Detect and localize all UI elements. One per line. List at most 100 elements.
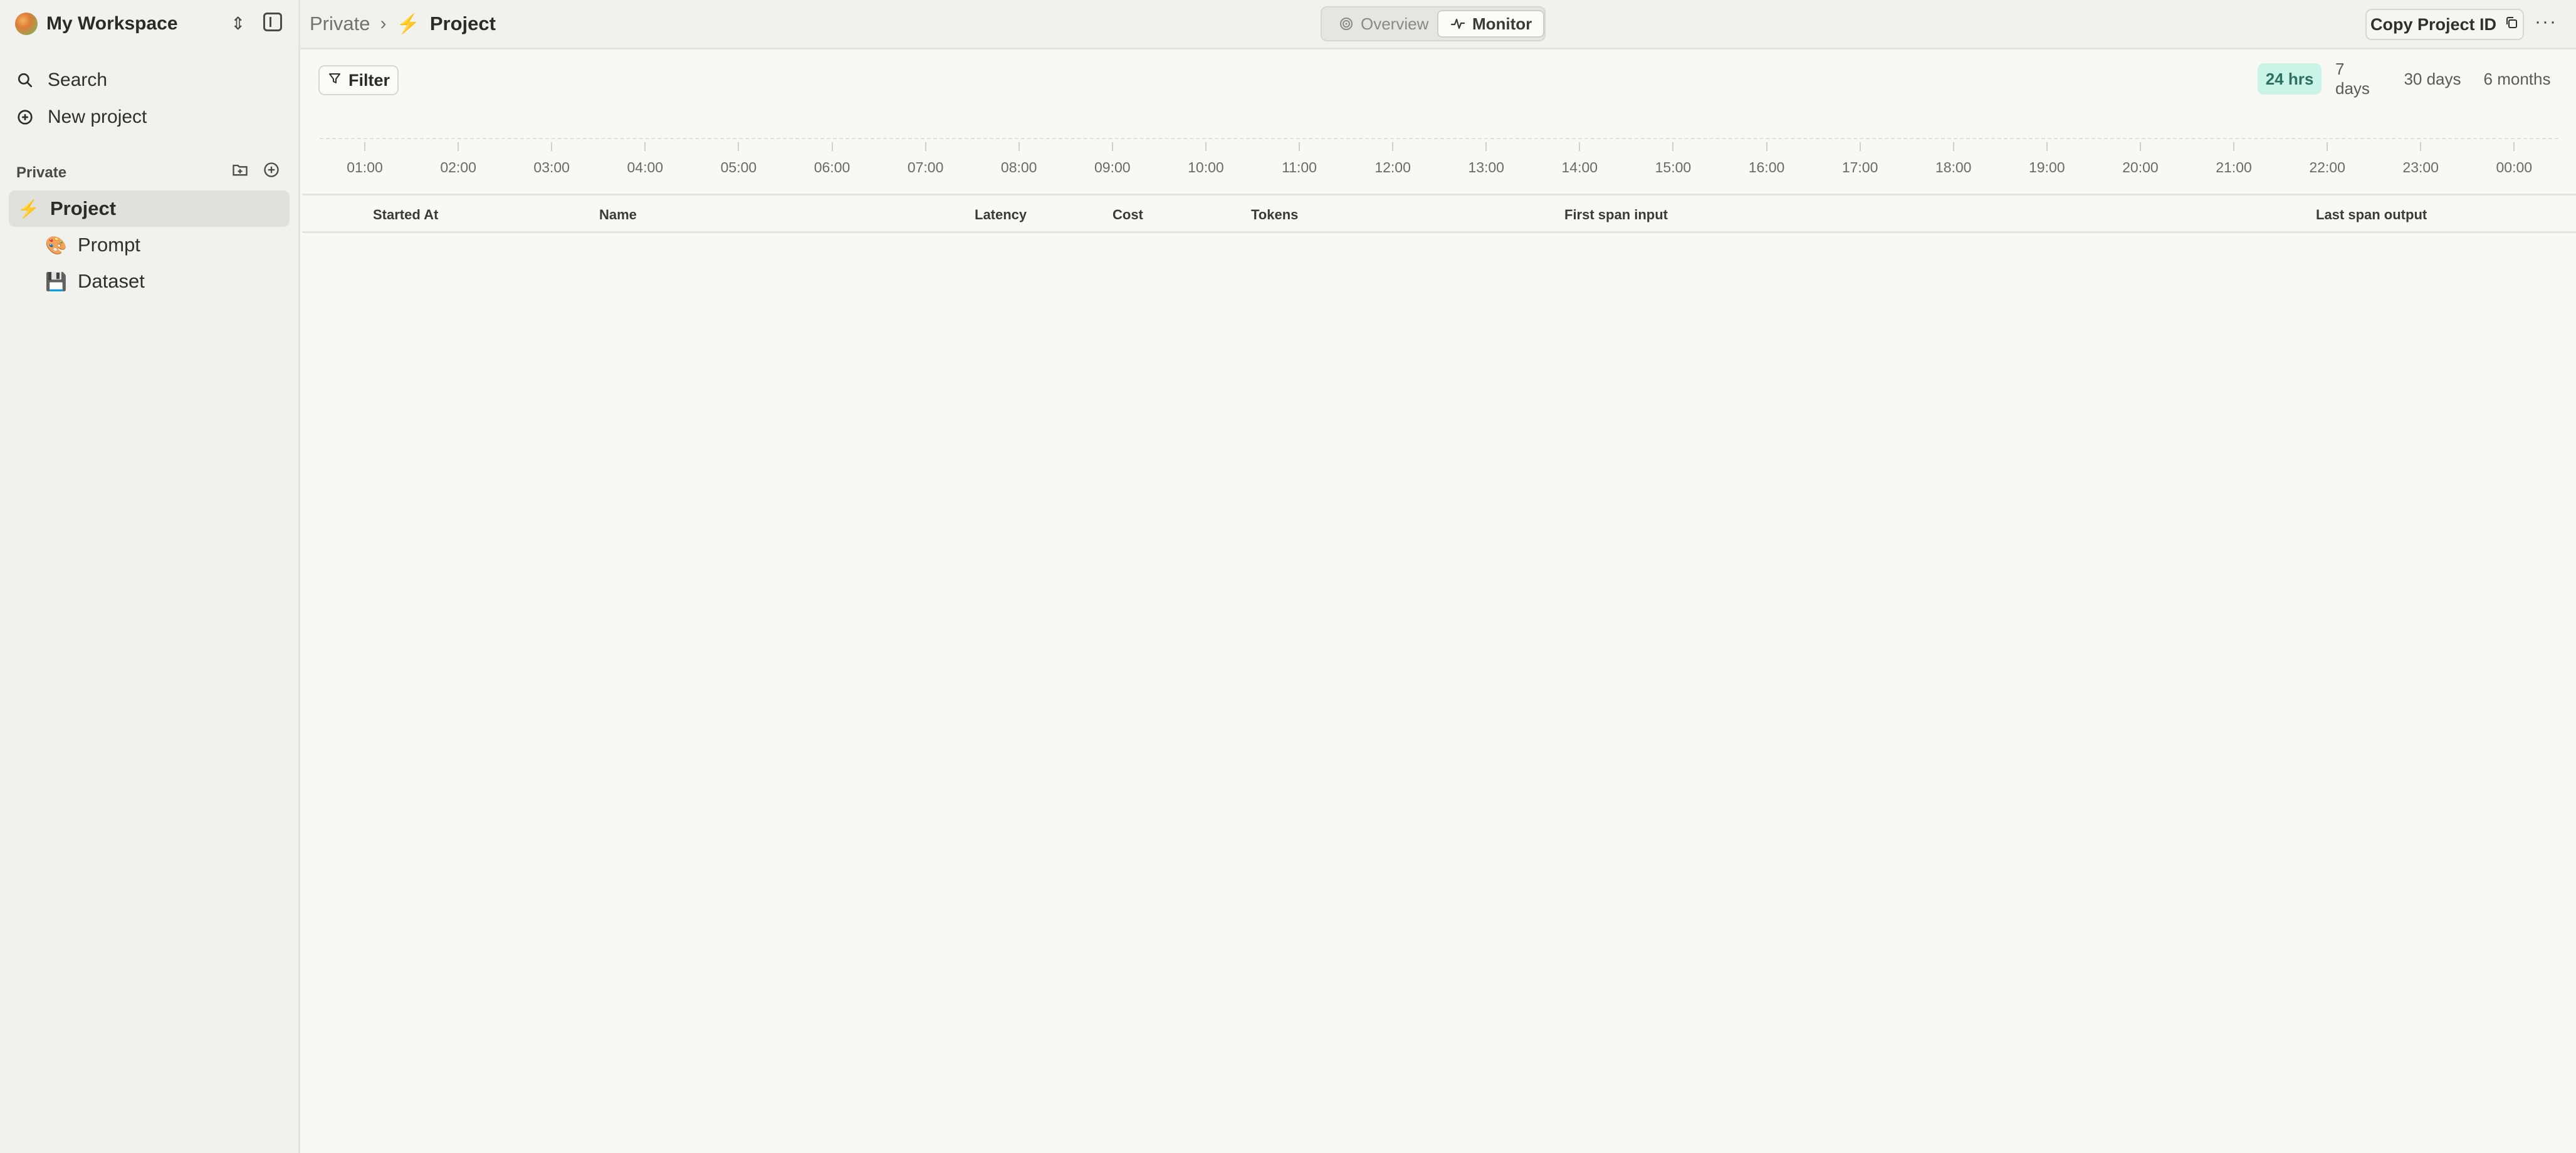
table-header: Started At Name Latency Cost Tokens Firs…	[302, 194, 2576, 233]
column-name[interactable]: Name	[599, 207, 637, 223]
timeline-tick	[644, 142, 646, 151]
filter-button[interactable]: Filter	[318, 65, 399, 95]
copy-project-id-label: Copy Project ID	[2370, 14, 2497, 34]
timeline-tick	[1018, 142, 1020, 151]
sidebar-new-project[interactable]: New project	[16, 107, 147, 128]
column-cost[interactable]: Cost	[1113, 207, 1143, 223]
sidebar-search-label: Search	[48, 70, 108, 90]
timeline-tick	[458, 142, 459, 151]
column-first-span-input[interactable]: First span input	[1564, 207, 1668, 223]
timeline-tick-label: 10:00	[1188, 159, 1224, 175]
timeline-tick	[2046, 142, 2048, 151]
timeline-tick	[2233, 142, 2234, 151]
range-30-days[interactable]: 30 days	[2395, 63, 2469, 95]
search-icon	[16, 71, 34, 89]
sidebar-new-project-label: New project	[48, 107, 147, 127]
workspace-name: My Workspace	[46, 13, 178, 34]
copy-icon	[2504, 15, 2519, 34]
timeline-tick-label: 06:00	[814, 159, 851, 175]
tab-monitor-label: Monitor	[1472, 14, 1532, 33]
sidebar-item-project[interactable]: ⚡ Project	[9, 190, 290, 227]
timeline-tick	[1485, 142, 1487, 151]
timeline-tick	[2139, 142, 2141, 151]
timeline-tick-label: 22:00	[2309, 159, 2345, 175]
copy-project-id-button[interactable]: Copy Project ID	[2365, 9, 2524, 40]
workspace-switcher[interactable]: My Workspace	[15, 11, 178, 36]
sidebar-toggle-icon[interactable]	[263, 13, 282, 31]
timeline-tick	[1299, 142, 1300, 151]
view-toggle: Overview Monitor	[1321, 6, 1546, 41]
timeline-tick	[1766, 142, 1767, 151]
timeline-tick-label: 02:00	[440, 159, 476, 175]
floppy-disk-icon: 💾	[45, 271, 67, 291]
timeline-tick	[738, 142, 740, 151]
target-icon	[1338, 16, 1354, 32]
timeline-tick	[1672, 142, 1674, 151]
tab-overview-label: Overview	[1361, 14, 1429, 33]
timeline-tick-label: 00:00	[2496, 159, 2533, 175]
timeline-tick-label: 19:00	[2029, 159, 2065, 175]
timeline-tick-label: 07:00	[907, 159, 944, 175]
timeline-tick-label: 18:00	[1935, 159, 1972, 175]
section-label-private: Private	[16, 164, 67, 181]
column-last-span-output[interactable]: Last span output	[2316, 207, 2427, 223]
palette-icon: 🎨	[45, 235, 67, 255]
sidebar-item-prompt-label: Prompt	[78, 234, 140, 256]
timeline-tick	[1205, 142, 1207, 151]
timeline-tick-label: 05:00	[720, 159, 757, 175]
timeline-tick	[924, 142, 926, 151]
timeline-tick	[1111, 142, 1113, 151]
timeline-tick	[2513, 142, 2515, 151]
chevron-up-down-icon[interactable]: ⇕	[231, 13, 245, 34]
timeline-tick-label: 15:00	[1655, 159, 1692, 175]
timeline-tick-label: 14:00	[1561, 159, 1598, 175]
timeline-tick-label: 20:00	[2122, 159, 2159, 175]
column-latency[interactable]: Latency	[975, 207, 1027, 223]
sidebar-search[interactable]: Search	[16, 70, 107, 91]
timeline-tick-label: 12:00	[1374, 159, 1411, 175]
sidebar: My Workspace ⇕ Search New project Privat…	[0, 0, 300, 1153]
filter-label: Filter	[348, 70, 390, 90]
timeline-tick-label: 17:00	[1841, 159, 1878, 175]
timeline-tick-label: 13:00	[1468, 159, 1504, 175]
filter-icon	[327, 71, 342, 90]
breadcrumb: Private › ⚡ Project	[310, 11, 496, 36]
breadcrumb-private[interactable]: Private	[310, 13, 370, 35]
range-24-hrs[interactable]: 24 hrs	[2258, 63, 2322, 95]
range-6-months[interactable]: 6 months	[2474, 63, 2560, 95]
timeline-tick-label: 23:00	[2402, 159, 2439, 175]
timeline-tick-label: 11:00	[1282, 159, 1317, 175]
bolt-icon: ⚡	[396, 13, 420, 34]
timeline-tick	[1952, 142, 1954, 151]
plus-circle-icon	[16, 108, 34, 126]
sidebar-item-project-label: Project	[50, 197, 117, 219]
sidebar-item-dataset-label: Dataset	[78, 270, 145, 292]
more-options-icon[interactable]: ···	[2535, 11, 2557, 33]
timeline-tick-label: 09:00	[1094, 159, 1131, 175]
sidebar-item-dataset[interactable]: 💾 Dataset	[45, 263, 290, 300]
workspace-avatar	[15, 13, 38, 35]
breadcrumb-project: Project	[429, 13, 496, 34]
timeline-tick	[1579, 142, 1581, 151]
new-folder-icon[interactable]	[231, 160, 249, 179]
timeline-tick-label: 21:00	[2216, 159, 2252, 175]
timeline-tick-label: 03:00	[533, 159, 570, 175]
timeline-baseline	[320, 138, 2558, 139]
timeline-tick-label: 16:00	[1748, 159, 1785, 175]
timeline-tick	[2327, 142, 2328, 151]
timeline-tick	[2420, 142, 2422, 151]
timeline-tick	[1859, 142, 1861, 151]
timeline-tick	[831, 142, 833, 151]
tab-monitor[interactable]: Monitor	[1437, 10, 1545, 38]
timeline-tick-label: 04:00	[627, 159, 664, 175]
timeline-tick	[551, 142, 553, 151]
tab-overview[interactable]: Overview	[1327, 10, 1440, 38]
activity-icon	[1450, 16, 1466, 32]
timeline-tick-label: 08:00	[1000, 159, 1037, 175]
sidebar-item-prompt[interactable]: 🎨 Prompt	[45, 227, 290, 263]
add-item-icon[interactable]	[262, 160, 281, 179]
range-7-days[interactable]: 7 days	[2328, 60, 2390, 98]
column-started-at[interactable]: Started At	[373, 207, 438, 223]
bolt-icon: ⚡	[18, 199, 39, 219]
column-tokens[interactable]: Tokens	[1251, 207, 1298, 223]
